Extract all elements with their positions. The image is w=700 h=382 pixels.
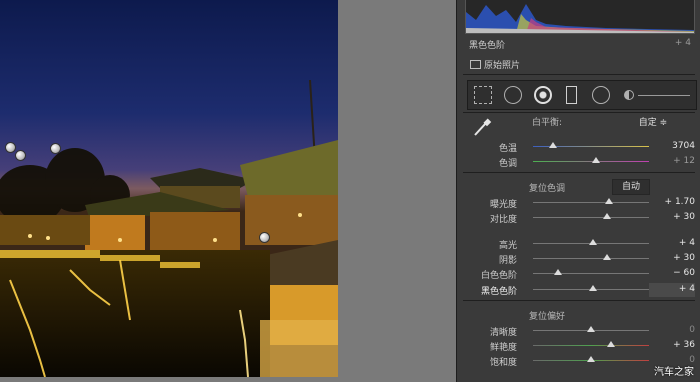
- shadows-label: 阴影: [498, 256, 517, 266]
- develop-panel: 黑色色阶 + 4 原始照片 白平衡: 自定 ≑ 色温 3704 色调 + 12 …: [456, 0, 700, 382]
- whites-label: 白色色阶: [480, 271, 517, 281]
- blacks-slider-thumb[interactable]: [589, 285, 597, 291]
- adjustment-brush-icon[interactable]: [624, 90, 634, 100]
- eyedropper-icon[interactable]: [471, 116, 493, 138]
- temp-value[interactable]: 3704: [655, 141, 695, 151]
- whites-slider-thumb[interactable]: [554, 269, 562, 275]
- vibrance-slider-thumb[interactable]: [607, 341, 615, 347]
- clarity-label: 清晰度: [489, 328, 517, 338]
- photo-canvas[interactable]: [0, 0, 338, 377]
- divider: [463, 112, 695, 113]
- whites-value[interactable]: − 60: [655, 268, 695, 278]
- radial-filter-icon[interactable]: [592, 86, 610, 104]
- vibrance-value[interactable]: + 36: [655, 340, 695, 350]
- shadows-slider-thumb[interactable]: [603, 254, 611, 260]
- highlights-label: 高光: [498, 241, 517, 251]
- auto-tone-button[interactable]: 自动: [612, 179, 650, 195]
- exposure-slider[interactable]: [533, 202, 649, 203]
- temp-slider-thumb[interactable]: [549, 142, 557, 148]
- saturation-slider-thumb[interactable]: [587, 356, 595, 362]
- contrast-value[interactable]: + 30: [655, 212, 695, 222]
- blacks-value[interactable]: + 4: [655, 284, 695, 294]
- tint-label: 色调: [498, 159, 517, 169]
- contrast-slider-thumb[interactable]: [603, 213, 611, 219]
- tool-strip: [467, 80, 697, 110]
- exposure-slider-thumb[interactable]: [605, 198, 613, 204]
- exposure-label: 曝光度: [489, 200, 517, 210]
- contrast-label: 对比度: [489, 215, 517, 225]
- saturation-label: 饱和度: [489, 358, 517, 368]
- highlights-slider-thumb[interactable]: [589, 239, 597, 245]
- highlights-value[interactable]: + 4: [655, 238, 695, 248]
- exposure-value[interactable]: + 1.70: [655, 197, 695, 207]
- white-balance-preset-select[interactable]: 自定 ≑: [633, 115, 673, 128]
- divider: [463, 74, 695, 75]
- histogram-readout-value: + 4: [674, 38, 691, 48]
- crop-overlay-icon[interactable]: [474, 86, 492, 104]
- adjustment-pin[interactable]: [259, 232, 270, 243]
- reset-tone-label[interactable]: 复位色调: [529, 181, 565, 194]
- night-town-photo: [0, 0, 338, 377]
- clarity-slider-thumb[interactable]: [587, 326, 595, 332]
- blacks-label: 黑色色阶: [480, 287, 517, 297]
- tint-slider[interactable]: [533, 161, 649, 162]
- contrast-slider[interactable]: [533, 217, 649, 218]
- original-photo-label: 原始照片: [484, 61, 521, 71]
- shadows-value[interactable]: + 30: [655, 253, 695, 263]
- tint-slider-thumb[interactable]: [592, 157, 600, 163]
- clarity-value[interactable]: 0: [655, 325, 695, 335]
- white-balance-label: 白平衡:: [532, 118, 563, 128]
- adjustment-pin[interactable]: [5, 142, 16, 153]
- tint-value[interactable]: + 12: [655, 156, 695, 166]
- adjustment-pin[interactable]: [50, 143, 61, 154]
- adjustment-pin[interactable]: [15, 150, 26, 161]
- temp-label: 色温: [498, 144, 517, 154]
- spot-removal-icon[interactable]: [504, 86, 522, 104]
- histogram[interactable]: [465, 0, 695, 34]
- histogram-readout-label: 黑色色阶: [469, 41, 506, 51]
- brush-size-track[interactable]: [638, 95, 690, 96]
- divider: [463, 300, 695, 301]
- original-photo-checkbox[interactable]: [470, 60, 481, 69]
- watermark: 汽车之家: [654, 367, 694, 378]
- vibrance-label: 鲜艳度: [489, 343, 517, 353]
- red-eye-icon[interactable]: [534, 86, 552, 104]
- histogram-graph: [466, 4, 694, 33]
- whites-slider[interactable]: [533, 273, 649, 274]
- reset-presence-label[interactable]: 复位偏好: [529, 309, 565, 322]
- canvas-background: [338, 0, 456, 382]
- divider: [463, 172, 695, 173]
- vibrance-slider[interactable]: [533, 345, 649, 346]
- shadows-slider[interactable]: [533, 258, 649, 259]
- graduated-filter-icon[interactable]: [566, 86, 577, 104]
